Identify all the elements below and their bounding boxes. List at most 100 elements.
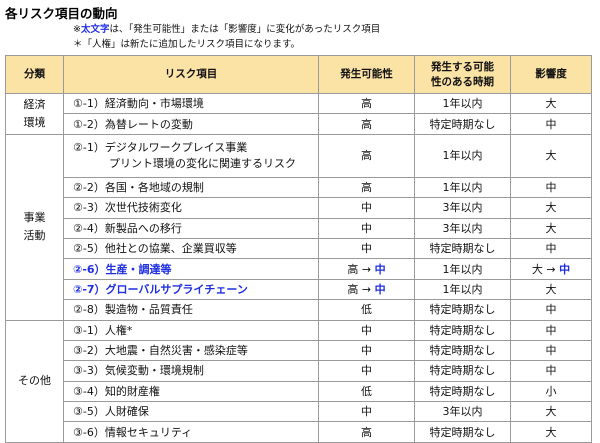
impact-cell: 中: [510, 176, 592, 199]
probability-cell: 高: [318, 421, 415, 443]
risk-name: ②-3）次世代技術変化: [63, 197, 319, 219]
impact-cell: 中: [510, 237, 592, 260]
impact-cell: 中: [510, 319, 592, 341]
risk-name: ②-7）グローバルサプライチェーン: [63, 278, 319, 301]
probability-cell: 中: [318, 339, 415, 362]
impact-cell: 中: [510, 360, 592, 382]
timing-cell: 特定時期なし: [414, 380, 511, 403]
impact-cell: 中: [510, 339, 592, 362]
note-new-item: ＊「人権」は新たに追加したリスク項目になります。: [73, 39, 301, 50]
impact-to: 中: [559, 262, 571, 276]
impact-cell: 中: [510, 113, 592, 135]
table-row: ③-3）気候変動・環境規制 中 特定時期なし 中: [6, 360, 592, 382]
table-row-changed: ②-7）グローバルサプライチェーン 高 → 中 1年以内 大: [6, 278, 592, 301]
impact-cell: 大: [510, 92, 592, 115]
table-row: ③-4）知的財産権 低 特定時期なし 小: [6, 380, 592, 403]
table-row: ②-5）他社との協業、企業買収等 中 特定時期なし 中: [6, 237, 592, 260]
timing-cell: 1年以内: [414, 258, 511, 280]
risk-name: ②-8）製造物・品質責任: [63, 299, 319, 321]
table-row: ③-2）大地震・自然災害・感染症等 中 特定時期なし 中: [6, 339, 592, 362]
risk-name: ③-2）大地震・自然災害・感染症等: [63, 339, 319, 362]
impact-cell: 大: [510, 401, 592, 423]
probability-cell: 中: [318, 360, 415, 382]
probability-cell: 中: [318, 237, 415, 260]
probability-cell: 低: [318, 299, 415, 321]
table-row-changed: ②-6）生産・調達等 高 → 中 1年以内 大 → 中: [6, 258, 592, 280]
table-row: その他 ③-1）人権* 中 特定時期なし 中: [5, 319, 592, 443]
probability-cell: 中: [318, 319, 415, 341]
timing-cell: 特定時期なし: [414, 299, 511, 321]
impact-cell: 大: [510, 278, 592, 301]
table-header-row: 分類 リスク項目 発生可能性 発生する可能性のある時期 影響度: [5, 55, 592, 94]
category-economy-label: 経済環境: [23, 97, 46, 129]
risk-name: ②-2）各国・各地域の規制: [63, 176, 319, 199]
header-probability: 発生可能性: [318, 55, 415, 94]
table-row: ②-3）次世代技術変化 中 3年以内 大: [6, 197, 592, 219]
risk-name: ③-3）気候変動・環境規制: [63, 360, 319, 382]
probability-to: 中: [374, 262, 386, 276]
header-timing-label: 発生する可能性のある時期: [431, 60, 494, 88]
probability-from: 高: [347, 282, 359, 296]
category-economy: 経済環境: [5, 93, 64, 135]
probability-cell: 中: [318, 217, 415, 239]
probability-from: 高: [347, 262, 359, 276]
probability-cell: 高: [318, 133, 415, 178]
risk-name: ③-5）人財確保: [63, 401, 319, 423]
arrow-icon: →: [546, 262, 556, 276]
risk-name-line2: プリント環境の変化に関連するリスク: [109, 156, 296, 170]
impact-cell: 大: [510, 217, 592, 239]
header-risk: リスク項目: [63, 55, 319, 94]
probability-cell: 高: [318, 176, 415, 199]
table-row: ②-4）新製品への移行 中 3年以内 大: [6, 217, 592, 239]
header-impact: 影響度: [510, 55, 592, 94]
risk-name: ①-1）経済動向・市場環境: [63, 92, 319, 115]
timing-cell: 1年以内: [414, 278, 511, 301]
arrow-icon: →: [361, 282, 372, 296]
table-row: 事業活動 ②-1）デジタルワークプレイス事業 プリント環境の変化に関連するリスク …: [5, 133, 592, 321]
category-other: その他: [5, 319, 64, 443]
timing-cell: 特定時期なし: [414, 113, 511, 135]
probability-cell: 中: [318, 401, 415, 423]
table-row: ③-6）情報セキュリティ 高 特定時期なし 大: [6, 421, 592, 443]
timing-cell: 3年以内: [414, 197, 511, 219]
timing-cell: 1年以内: [414, 92, 511, 115]
risk-name-line1: ②-1）デジタルワークプレイス事業: [73, 140, 248, 154]
probability-cell: 高: [318, 92, 415, 115]
timing-cell: 1年以内: [414, 133, 511, 178]
risk-name: ②-6）生産・調達等: [63, 258, 319, 280]
category-business: 事業活動: [5, 133, 64, 321]
probability-to: 中: [374, 282, 386, 296]
risk-name: ③-1）人権*: [63, 319, 319, 341]
risk-name: ③-4）知的財産権: [63, 380, 319, 403]
risk-name: ①-2）為替レートの変動: [63, 113, 319, 135]
timing-cell: 特定時期なし: [414, 237, 511, 260]
table-row: ③-5）人財確保 中 3年以内 大: [6, 401, 592, 423]
probability-cell: 低: [318, 380, 415, 403]
timing-cell: 3年以内: [414, 401, 511, 423]
table-row: ②-2）各国・各地域の規制 高 1年以内 中: [6, 176, 592, 199]
probability-cell: 高: [318, 113, 415, 135]
impact-cell: 中: [510, 299, 592, 321]
impact-cell: 大 → 中: [510, 258, 592, 280]
timing-cell: 特定時期なし: [414, 339, 511, 362]
risk-name: ②-1）デジタルワークプレイス事業プリント環境の変化に関連するリスク: [63, 133, 319, 178]
timing-cell: 特定時期なし: [414, 421, 511, 443]
note-bold-explanation: ※太文字は、「発生可能性」または「影響度」に変化があったリスク項目: [73, 21, 380, 35]
note-bold-word: 太文字: [80, 24, 110, 35]
note-text: は、「発生可能性」または「影響度」に変化があったリスク項目: [109, 24, 381, 35]
note-mark: ※: [73, 24, 81, 35]
probability-cell: 高 → 中: [318, 258, 415, 280]
risk-name: ②-5）他社との協業、企業買収等: [63, 237, 319, 260]
category-business-label: 事業活動: [23, 211, 46, 243]
impact-cell: 小: [510, 380, 592, 403]
impact-cell: 大: [510, 421, 592, 443]
table-row: 経済環境 ①-1）経済動向・市場環境 高 1年以内 大: [5, 92, 592, 135]
header-category: 分類: [5, 55, 64, 94]
impact-cell: 大: [510, 197, 592, 219]
header-timing: 発生する可能性のある時期: [414, 55, 511, 94]
impact-from: 大: [531, 262, 543, 276]
risk-name: ②-4）新製品への移行: [63, 217, 319, 239]
impact-cell: 大: [510, 133, 592, 178]
probability-cell: 高 → 中: [318, 278, 415, 301]
timing-cell: 特定時期なし: [414, 319, 511, 341]
